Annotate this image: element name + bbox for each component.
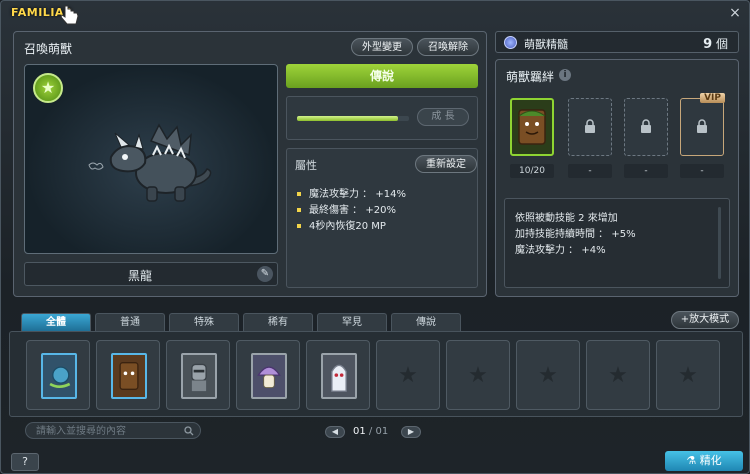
attributes-section: 屬性 重新設定 魔法攻擊力 ： +14% 最終傷害 ： +20% 4秒內恢復20…	[286, 148, 478, 288]
empty-star-icon: ★	[398, 363, 418, 388]
familiar-card[interactable]	[26, 340, 90, 410]
essence-count-value: 9	[703, 37, 713, 52]
vip-badge: VIP	[700, 93, 725, 103]
hand-cursor-icon	[60, 5, 79, 25]
bond-slot-3[interactable]	[624, 98, 668, 156]
empty-card-slot: ★	[376, 340, 440, 410]
attribute-item: 4秒內恢復20 MP	[297, 219, 406, 235]
search-icon[interactable]	[184, 426, 194, 436]
appearance-change-button[interactable]: 外型變更	[351, 38, 413, 56]
lock-icon	[697, 119, 707, 133]
bond-slot-value: -	[568, 164, 612, 178]
empty-star-icon: ★	[608, 363, 628, 388]
bond-effect-line: 依照被動技能 2 來增加	[515, 213, 618, 224]
familiar-name-bar: 黑龍 ✎	[24, 262, 278, 286]
attributes-title: 屬性	[295, 159, 317, 172]
bond-slot-value: -	[680, 164, 724, 178]
mushroom-familiar-icon	[251, 353, 287, 399]
growth-progress-bar	[297, 116, 409, 121]
familiar-card[interactable]	[306, 340, 370, 410]
empty-card-slot: ★	[656, 340, 720, 410]
attribute-item: 魔法攻擊力 ： +14%	[297, 187, 406, 203]
bond-slot-value: 10/20	[510, 164, 554, 178]
knight-familiar-icon	[181, 353, 217, 399]
growth-section: 成 長	[286, 96, 478, 140]
refine-button[interactable]: ⚗ 精化	[665, 451, 743, 471]
prev-page-button[interactable]: ◀	[325, 426, 345, 438]
total-pages: 01	[375, 426, 389, 437]
tab-normal[interactable]: 普通	[95, 313, 165, 331]
essence-count-unit: 個	[715, 37, 728, 51]
familiar-name: 黑龍	[127, 269, 152, 283]
familiar-card[interactable]	[166, 340, 230, 410]
info-icon[interactable]: i	[559, 69, 571, 81]
title-bar: FAMILIAR ×	[1, 1, 750, 27]
bond-effect-line: 加持技能持續時間 ： +5%	[515, 229, 636, 240]
empty-star-icon: ★	[538, 363, 558, 388]
lock-icon	[641, 119, 651, 133]
essence-icon	[504, 36, 517, 49]
tab-rare[interactable]: 稀有	[243, 313, 313, 331]
lock-icon	[585, 119, 595, 133]
familiar-card-grid: ★ ★ ★ ★ ★	[9, 331, 743, 417]
summon-release-button[interactable]: 召喚解除	[417, 38, 479, 56]
essence-count: 9 個	[703, 35, 728, 52]
essence-bar: 萌獸精髓 9 個	[495, 31, 739, 53]
bond-title: 萌獸羈絆	[506, 70, 555, 84]
search-input[interactable]	[36, 424, 176, 438]
empty-star-icon: ★	[468, 363, 488, 388]
next-page-button[interactable]: ▶	[401, 426, 421, 438]
familiar-card[interactable]	[236, 340, 300, 410]
ghost-familiar-icon	[321, 353, 357, 399]
tab-all[interactable]: 全體	[21, 313, 91, 331]
snail-familiar-icon	[41, 353, 77, 399]
familiar-display: ★	[24, 64, 278, 254]
pencil-edit-icon[interactable]: ✎	[257, 266, 273, 282]
familiar-window: FAMILIAR × 召喚萌獸 外型變更 召喚解除 ★ 黑龍 ✎ 傳說 成 長 …	[0, 0, 750, 474]
essence-label: 萌獸精髓	[524, 38, 568, 51]
tab-special[interactable]: 特殊	[169, 313, 239, 331]
tab-epic[interactable]: 罕見	[317, 313, 387, 331]
page-indicator: 01 / 01	[353, 426, 388, 437]
tab-legendary[interactable]: 傳說	[391, 313, 461, 331]
search-box	[25, 422, 201, 439]
bond-effect-line: 魔法攻擊力 ： +4%	[515, 245, 606, 256]
bond-effects-scrollbar[interactable]	[718, 207, 721, 279]
close-button[interactable]: ×	[727, 5, 743, 21]
bond-panel: 萌獸羈絆 i VIP 10/20 - - - 依照被動技能 2 來增加 加持技能…	[495, 59, 739, 297]
growth-button[interactable]: 成 長	[417, 108, 469, 126]
rarity-label: 傳說	[286, 64, 478, 88]
tree-stump-familiar-icon	[518, 109, 546, 145]
familiar-panel: 召喚萌獸 外型變更 召喚解除 ★ 黑龍 ✎ 傳說 成 長 屬性 重新設定 魔法攻…	[13, 31, 487, 297]
black-dragon-sprite	[88, 123, 212, 202]
bond-slot-vip[interactable]: VIP	[680, 93, 725, 156]
zoom-mode-button[interactable]: +放大模式	[671, 311, 739, 329]
familiar-panel-title: 召喚萌獸	[24, 42, 73, 56]
familiar-card[interactable]	[96, 340, 160, 410]
flask-icon: ⚗	[686, 454, 697, 467]
bond-slot-value: -	[624, 164, 668, 178]
growth-progress-fill	[297, 116, 398, 121]
bond-slot-1[interactable]	[510, 98, 554, 156]
empty-card-slot: ★	[516, 340, 580, 410]
empty-card-slot: ★	[586, 340, 650, 410]
attributes-list: 魔法攻擊力 ： +14% 最終傷害 ： +20% 4秒內恢復20 MP	[297, 187, 406, 235]
bond-effects-box: 依照被動技能 2 來增加 加持技能持續時間 ： +5% 魔法攻擊力 ： +4%	[504, 198, 730, 288]
tree-stump-familiar-icon	[111, 353, 147, 399]
refine-label: 精化	[699, 454, 722, 467]
help-button[interactable]: ?	[11, 453, 39, 471]
bond-slot-2[interactable]	[568, 98, 612, 156]
empty-card-slot: ★	[446, 340, 510, 410]
current-page: 01	[353, 426, 366, 437]
star-badge-icon: ★	[33, 73, 63, 103]
attribute-item: 最終傷害 ： +20%	[297, 203, 406, 219]
page-separator: /	[368, 426, 373, 437]
reset-attributes-button[interactable]: 重新設定	[415, 155, 477, 173]
empty-star-icon: ★	[678, 363, 698, 388]
